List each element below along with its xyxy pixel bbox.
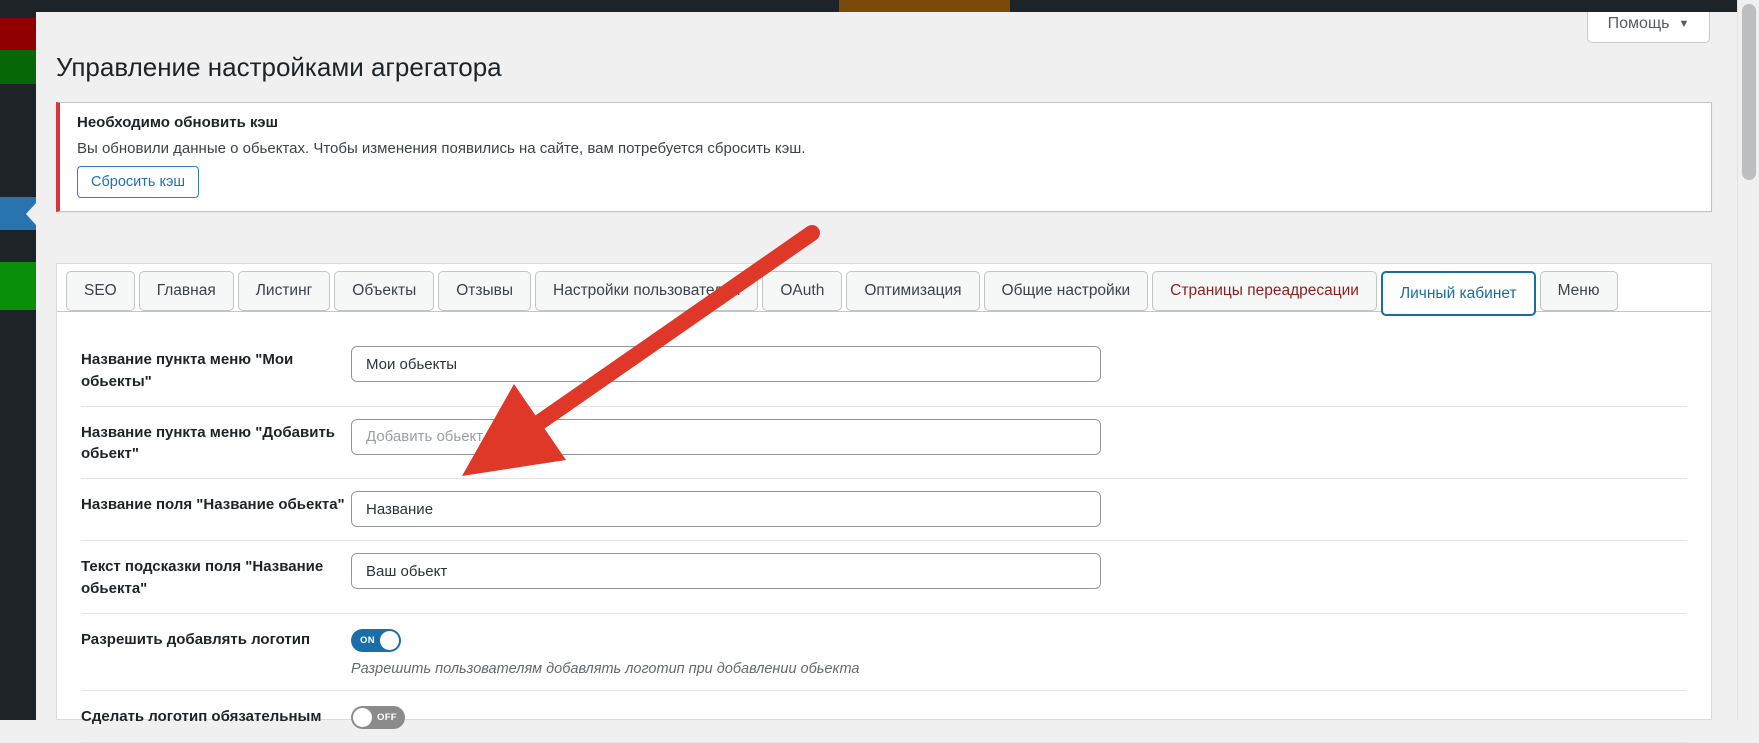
scrollbar-thumb[interactable] (1742, 4, 1756, 180)
tab-bar: SEOГлавнаяЛистингОбъектыОтзывыНастройки … (57, 264, 1711, 312)
tab-12[interactable]: Меню (1540, 271, 1618, 311)
text-input[interactable] (351, 491, 1101, 527)
field-control (351, 346, 1687, 382)
form-row: Название поля "Название обьекта" (81, 479, 1687, 541)
form-row: Разрешить добавлять логотип ON Разрешить п… (81, 614, 1687, 691)
text-input[interactable] (351, 553, 1101, 589)
admin-top-bar (0, 0, 1737, 12)
field-control (351, 419, 1687, 455)
tab-11[interactable]: Личный кабинет (1381, 271, 1536, 316)
field-label: Название пункта меню "Мои обьекты" (81, 346, 351, 393)
reset-cache-button[interactable]: Сбросить кэш (77, 166, 199, 198)
chevron-down-icon: ▼ (1678, 18, 1689, 30)
notice-title: Необходимо обновить кэш (77, 114, 1691, 131)
settings-form: Название пункта меню "Мои обьекты" Назван… (57, 312, 1711, 743)
sidebar-item-green-bright[interactable] (0, 262, 36, 310)
tab-1[interactable]: SEO (66, 271, 135, 311)
field-label: Текст подсказки поля "Название обьекта" (81, 553, 351, 600)
toggle-switch[interactable]: ON (351, 629, 401, 652)
tab-5[interactable]: Отзывы (438, 271, 531, 311)
tab-3[interactable]: Листинг (238, 271, 331, 311)
field-hint: Разрешить пользователям добавлять логоти… (351, 661, 1687, 677)
field-control: ON Разрешить пользователям добавлять лого… (351, 626, 1687, 677)
tab-2[interactable]: Главная (139, 271, 234, 311)
field-label: Разрешить добавлять логотип (81, 626, 351, 651)
text-input[interactable] (351, 419, 1101, 455)
field-label: Название пункта меню "Добавить обьект" (81, 419, 351, 466)
field-control (351, 491, 1687, 527)
tab-9[interactable]: Общие настройки (984, 271, 1149, 311)
tab-10[interactable]: Страницы переадресации (1152, 271, 1377, 311)
toggle-knob-icon (353, 708, 372, 727)
toggle-knob-icon (380, 631, 399, 650)
sidebar-item-red[interactable] (0, 18, 36, 50)
active-item-notch-icon (26, 203, 36, 225)
settings-panel: SEOГлавнаяЛистингОбъектыОтзывыНастройки … (56, 263, 1712, 720)
field-label: Сделать логотип обязательным (81, 703, 351, 728)
cache-notice: Необходимо обновить кэш Вы обновили данн… (56, 102, 1712, 212)
topbar-highlight-block (839, 0, 1010, 12)
tab-8[interactable]: Оптимизация (846, 271, 979, 311)
form-row: Название пункта меню "Мои обьекты" (81, 334, 1687, 407)
text-input[interactable] (351, 346, 1101, 382)
field-label: Название поля "Название обьекта" (81, 491, 351, 516)
form-row: Название пункта меню "Добавить обьект" (81, 407, 1687, 480)
toggle-state-label: ON (360, 635, 375, 646)
sidebar-item-green[interactable] (0, 50, 36, 84)
field-control: OFF (351, 703, 1687, 729)
notice-body: Вы обновили данные о обьектах. Чтобы изм… (77, 140, 1691, 157)
page-title: Управление настройками агрегатора (56, 52, 502, 83)
form-row: Текст подсказки поля "Название обьекта" (81, 541, 1687, 614)
form-row: Сделать логотип обязательным OFF (81, 691, 1687, 743)
admin-sidebar (0, 12, 36, 720)
toggle-state-label: OFF (377, 712, 397, 723)
help-button-label: Помощь (1608, 15, 1670, 33)
tab-4[interactable]: Объекты (334, 271, 434, 311)
tab-6[interactable]: Настройки пользователей (535, 271, 758, 311)
page-scrollbar[interactable] (1737, 0, 1759, 720)
tab-7[interactable]: OAuth (762, 271, 842, 311)
toggle-switch[interactable]: OFF (351, 706, 405, 729)
field-control (351, 553, 1687, 589)
